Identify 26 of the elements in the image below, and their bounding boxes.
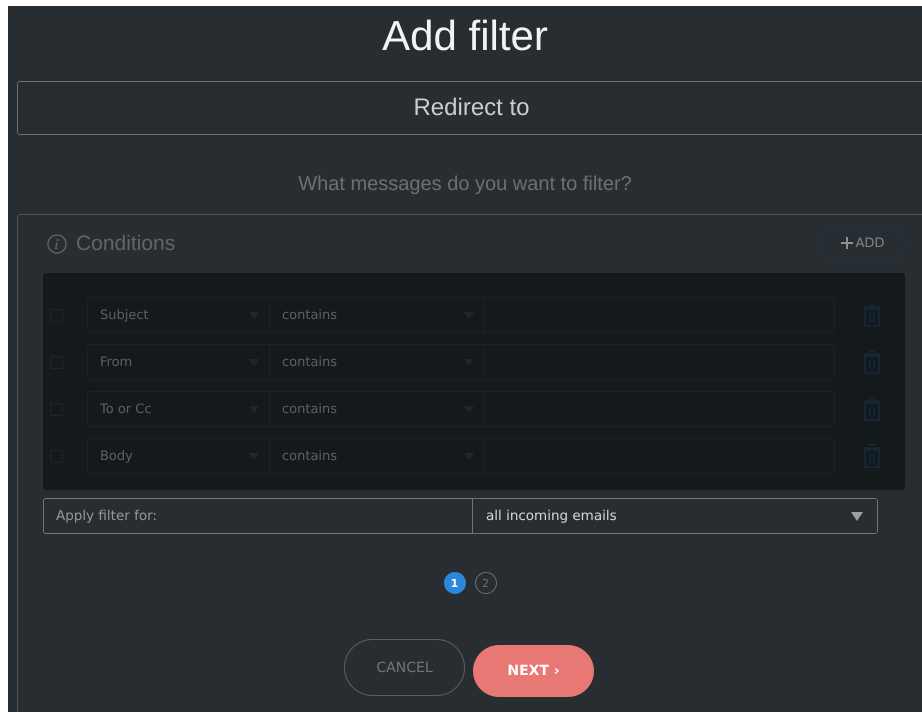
next-button[interactable]: NEXT › xyxy=(473,645,594,697)
caret-icon xyxy=(851,512,863,520)
step-indicator[interactable]: 2 xyxy=(474,572,496,594)
step-indicator[interactable]: 1 xyxy=(444,572,466,594)
conditions-title: Conditions xyxy=(76,232,176,256)
add-button[interactable]: ADD xyxy=(819,224,905,262)
trash-icon[interactable] xyxy=(862,444,882,468)
plus-icon xyxy=(840,236,854,250)
field-dropdown[interactable]: Body xyxy=(87,438,270,474)
cancel-button[interactable]: CANCEL xyxy=(344,639,465,696)
apply-label: Apply filter for: xyxy=(44,499,473,533)
field-dropdown[interactable]: To or Cc xyxy=(87,391,270,427)
operator-dropdown[interactable]: contains xyxy=(270,344,485,380)
trash-icon[interactable] xyxy=(862,303,882,327)
operator-dropdown[interactable]: contains xyxy=(270,438,485,474)
trash-icon[interactable] xyxy=(862,350,882,374)
dialog-title: Add filter xyxy=(381,11,549,61)
info-icon[interactable] xyxy=(47,234,67,254)
operator-dropdown[interactable]: contains xyxy=(270,297,485,333)
apply-dropdown[interactable]: all incoming emails xyxy=(473,499,877,533)
action-field[interactable]: Redirect to xyxy=(17,81,922,135)
trash-icon[interactable] xyxy=(862,397,882,421)
field-dropdown[interactable]: Subject xyxy=(87,297,270,333)
field-dropdown[interactable]: From xyxy=(87,344,270,380)
operator-dropdown[interactable]: contains xyxy=(270,391,485,427)
question-text: What messages do you want to filter? xyxy=(297,173,633,196)
